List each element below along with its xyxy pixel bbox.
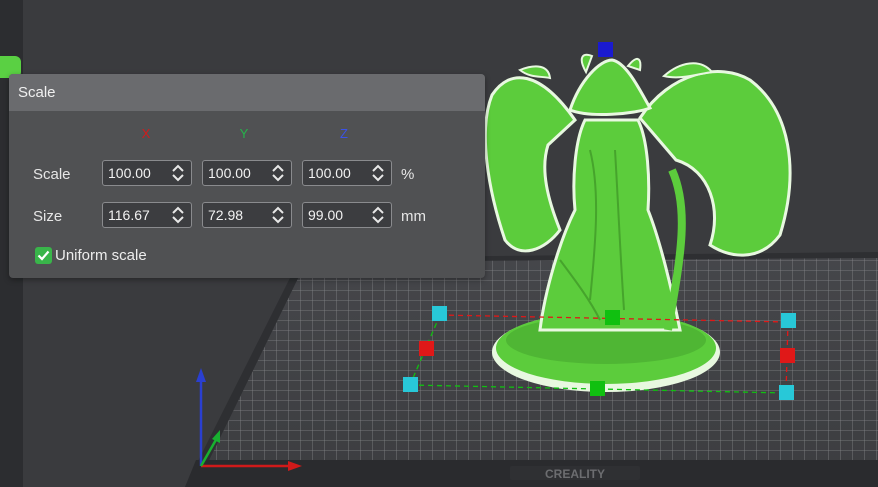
scale-z-spinbox[interactable] [302,160,392,186]
scale-x-input[interactable] [103,161,167,185]
size-x-spinbox[interactable] [102,202,192,228]
scale-handle-y[interactable] [590,381,605,396]
scale-handle-corner[interactable] [779,385,794,400]
spin-arrows-icon[interactable] [171,164,185,182]
spin-arrows-icon[interactable] [271,206,285,224]
axis-z-label: Z [340,126,348,141]
size-x-input[interactable] [103,203,167,227]
scale-unit-label: % [401,166,415,183]
spin-arrows-icon[interactable] [171,206,185,224]
axis-y-label: Y [239,126,249,141]
size-z-spinbox[interactable] [302,202,392,228]
scale-handle-x[interactable] [780,348,795,363]
scale-handle-z[interactable] [598,42,613,57]
scale-handle-corner[interactable] [432,306,447,321]
spin-arrows-icon[interactable] [371,206,385,224]
panel-title: Scale [9,74,485,111]
scale-panel: Scale X Y Z Scale % Size mm Uniform scal… [9,74,485,278]
scale-handle-x[interactable] [419,341,434,356]
size-y-input[interactable] [203,203,267,227]
size-y-spinbox[interactable] [202,202,292,228]
uniform-scale-label: Uniform scale [55,247,147,264]
spin-arrows-icon[interactable] [271,164,285,182]
bed-brand-label: CREALITY [545,467,605,481]
scale-y-input[interactable] [203,161,267,185]
size-z-input[interactable] [303,203,367,227]
axis-x-label: X [141,126,151,141]
spin-arrows-icon[interactable] [371,164,385,182]
scale-y-spinbox[interactable] [202,160,292,186]
scale-handle-corner[interactable] [403,377,418,392]
scale-row-label: Scale [33,166,71,183]
scale-z-input[interactable] [303,161,367,185]
uniform-scale-checkbox[interactable] [35,247,52,264]
scale-x-spinbox[interactable] [102,160,192,186]
scale-handle-corner[interactable] [781,313,796,328]
size-unit-label: mm [401,208,426,225]
size-row-label: Size [33,208,63,225]
scale-handle-y[interactable] [605,310,620,325]
checkmark-icon [37,250,50,261]
